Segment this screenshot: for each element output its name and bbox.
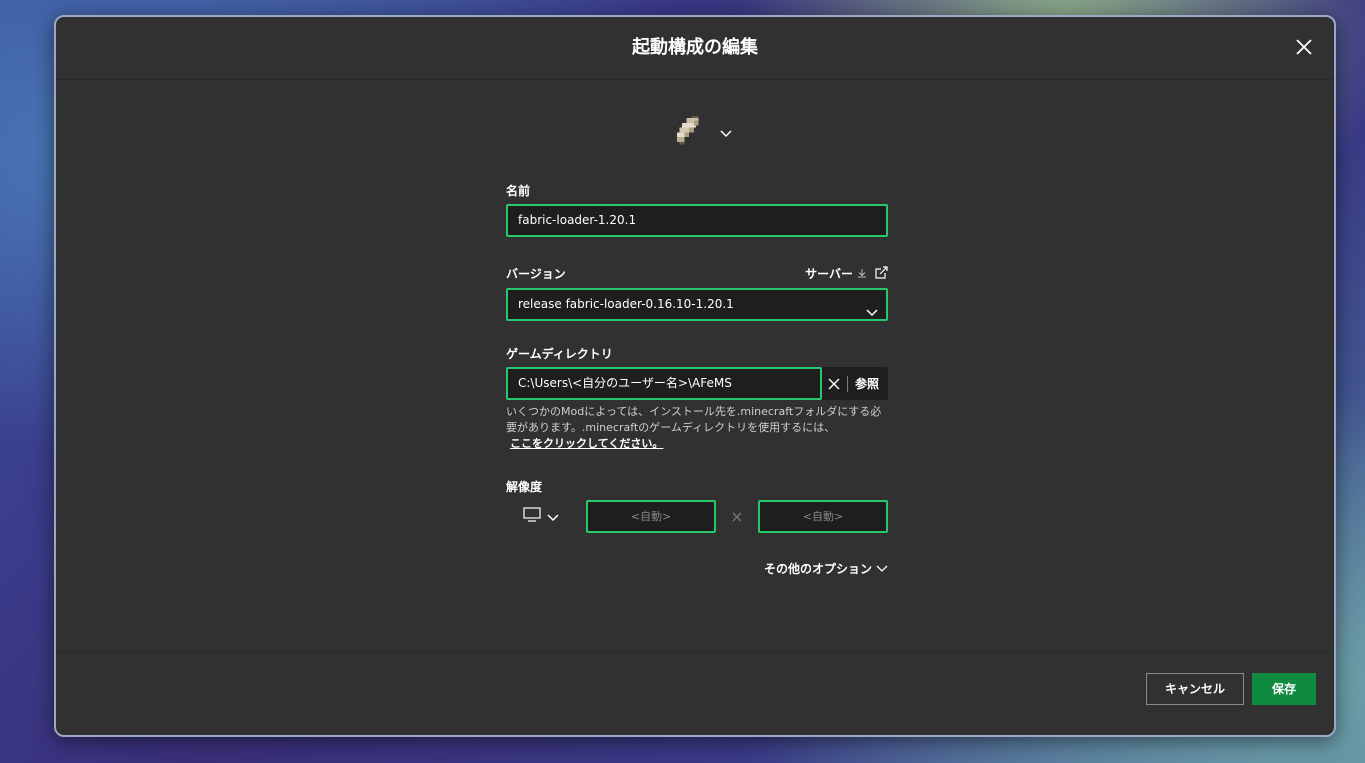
chevron-down-icon [866,299,878,328]
resolution-height-input[interactable]: <自動> [758,500,888,533]
game-dir-hint: いくつかのModによっては、インストール先を.minecraftフォルダにする必… [506,404,888,452]
divider [847,375,848,392]
name-input[interactable]: fabric-loader-1.20.1 [506,204,888,237]
save-button[interactable]: 保存 [1252,673,1316,705]
cancel-button[interactable]: キャンセル [1146,673,1244,705]
clear-icon[interactable] [828,378,840,390]
download-icon [857,267,867,281]
resolution-separator: × [730,507,744,526]
chevron-down-icon[interactable] [720,123,732,142]
close-icon[interactable] [1294,37,1314,57]
dialog-header: 起動構成の編集 [56,17,1334,80]
hint-line-1: いくつかのModによっては、インストール先を.minecraftフォルダにする必 [506,405,882,418]
dialog-footer: キャンセル 保存 [56,652,1334,735]
name-label: 名前 [506,184,531,198]
resolution-width-input[interactable]: <自動> [586,500,716,533]
version-label-row: バージョン サーバー [506,265,888,282]
server-download-link[interactable]: サーバー [805,265,888,282]
config-form: 名前 fabric-loader-1.20.1 バージョン サーバー relea… [506,182,888,577]
version-select[interactable]: release fabric-loader-0.16.10-1.20.1 [506,288,888,321]
resolution-row: <自動> × <自動> [506,500,888,533]
game-dir-label: ゲームディレクトリ [506,347,613,361]
server-link-label: サーバー [805,267,853,281]
chevron-down-icon [876,562,888,576]
game-dir-actions: 参照 [822,367,888,400]
monitor-icon [523,507,541,526]
external-link-icon[interactable] [875,265,888,282]
game-dir-input[interactable]: C:\Users\<自分のユーザー名>\AFeMS [506,367,822,400]
browse-button[interactable]: 参照 [855,375,879,392]
version-selected-value: release fabric-loader-0.16.10-1.20.1 [518,297,734,311]
resolution-preset-dropdown[interactable] [506,507,586,526]
profile-icon-picker[interactable] [670,111,732,153]
use-minecraft-dir-link[interactable]: ここをクリックしてください。 [510,437,663,450]
dialog-title: 起動構成の編集 [632,37,758,58]
more-options-label: その他のオプション [763,562,872,576]
resolution-label: 解像度 [506,480,543,494]
edit-launch-config-dialog: 起動構成の編集 名前 fabric-loader-1.20.1 バージョン サー… [54,15,1336,737]
more-options-toggle[interactable]: その他のオプション [506,560,888,577]
hint-line-2: 要があります。.minecraftのゲームディレクトリを使用するには、 [506,421,836,434]
bed-item-icon [670,111,708,153]
version-label: バージョン [506,267,566,281]
chevron-down-icon [547,507,559,526]
game-dir-row: C:\Users\<自分のユーザー名>\AFeMS 参照 [506,367,888,400]
